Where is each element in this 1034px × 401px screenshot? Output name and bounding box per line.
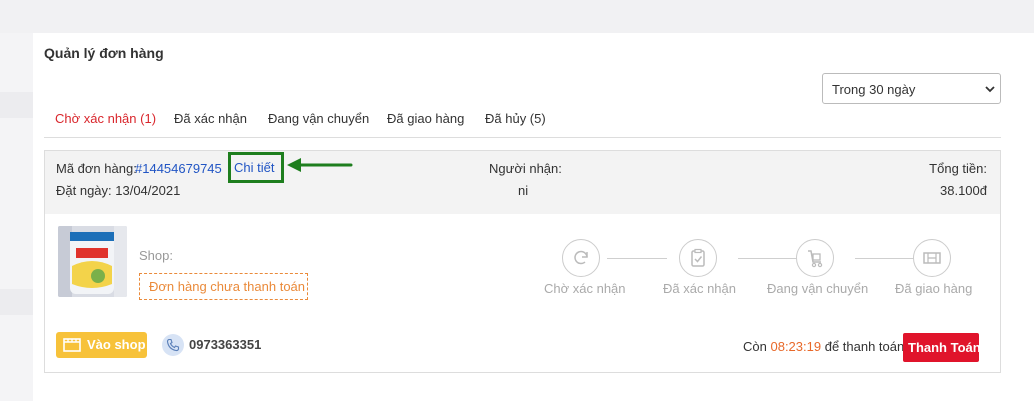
chevron-down-icon	[985, 86, 995, 93]
step-connector	[855, 258, 915, 259]
sidebar-block	[0, 289, 33, 315]
clipboard-check-icon	[679, 239, 717, 277]
step-connector	[738, 258, 798, 259]
tab-waiting-confirmation[interactable]: Chờ xác nhận (1)	[55, 111, 156, 126]
recipient-name: ni	[518, 183, 529, 198]
step-label-delivered: Đã giao hàng	[895, 281, 973, 296]
shop-phone-number: 0973363351	[189, 337, 262, 352]
order-header: Mã đơn hàng: #14454679745 Chi tiết Đặt n…	[45, 151, 1000, 214]
left-sidebar	[0, 33, 33, 401]
tab-cancelled[interactable]: Đã hủy (5)	[485, 111, 546, 126]
payment-countdown-prefix: Còn	[743, 339, 767, 354]
countdown-timer: 08:23:19	[770, 339, 822, 354]
payment-countdown: Còn 08:23:19 để thanh toán	[743, 339, 904, 354]
phone-icon	[162, 334, 184, 356]
step-connector	[607, 258, 667, 259]
order-date: Đặt ngày: 13/04/2021	[56, 183, 181, 198]
arrow-left-icon	[287, 158, 353, 172]
order-code-link[interactable]: #14454679745	[135, 161, 222, 176]
trolley-icon	[796, 239, 834, 277]
payment-status-text: Đơn hàng chưa thanh toán	[149, 279, 306, 294]
order-detail-link-label: Chi tiết	[234, 160, 275, 175]
visit-shop-label: Vào shop	[87, 337, 146, 352]
shop-label: Shop:	[139, 248, 173, 263]
product-thumbnail[interactable]	[58, 226, 127, 297]
total-label: Tổng tiền:	[929, 161, 987, 176]
page-title: Quản lý đơn hàng	[44, 45, 164, 61]
refresh-icon	[562, 239, 600, 277]
sidebar-block	[0, 92, 33, 118]
order-code-label: Mã đơn hàng:	[56, 161, 137, 176]
delivered-box-icon	[913, 239, 951, 277]
tab-delivered[interactable]: Đã giao hàng	[387, 111, 464, 126]
tab-confirmed[interactable]: Đã xác nhận	[174, 111, 247, 126]
step-label-confirmed: Đã xác nhận	[663, 281, 736, 296]
pay-now-label: Thanh Toán	[908, 340, 981, 355]
pay-now-button[interactable]: Thanh Toán	[903, 333, 981, 362]
payment-status-badge: Đơn hàng chưa thanh toán	[139, 273, 308, 300]
payment-countdown-suffix: để thanh toán	[824, 339, 905, 354]
tab-shipping[interactable]: Đang vận chuyển	[268, 111, 369, 126]
order-detail-link[interactable]: Chi tiết	[228, 152, 284, 183]
recipient-label: Người nhận:	[489, 161, 562, 176]
order-status-tabs: Chờ xác nhận (1) Đã xác nhận Đang vận ch…	[44, 111, 1001, 138]
order-management-panel: Quản lý đơn hàng Trong 30 ngày Chờ xác n…	[33, 33, 1034, 401]
step-label-waiting: Chờ xác nhận	[544, 281, 626, 296]
visit-shop-button[interactable]: Vào shop	[56, 332, 147, 358]
top-bar	[0, 0, 1034, 33]
period-select[interactable]: Trong 30 ngày	[822, 73, 1001, 104]
order-card: Mã đơn hàng: #14454679745 Chi tiết Đặt n…	[44, 150, 1001, 373]
period-select-value: Trong 30 ngày	[832, 82, 916, 97]
storefront-icon	[63, 338, 81, 352]
total-amount: 38.100đ	[940, 183, 987, 198]
step-label-shipping: Đang vận chuyển	[767, 281, 869, 296]
